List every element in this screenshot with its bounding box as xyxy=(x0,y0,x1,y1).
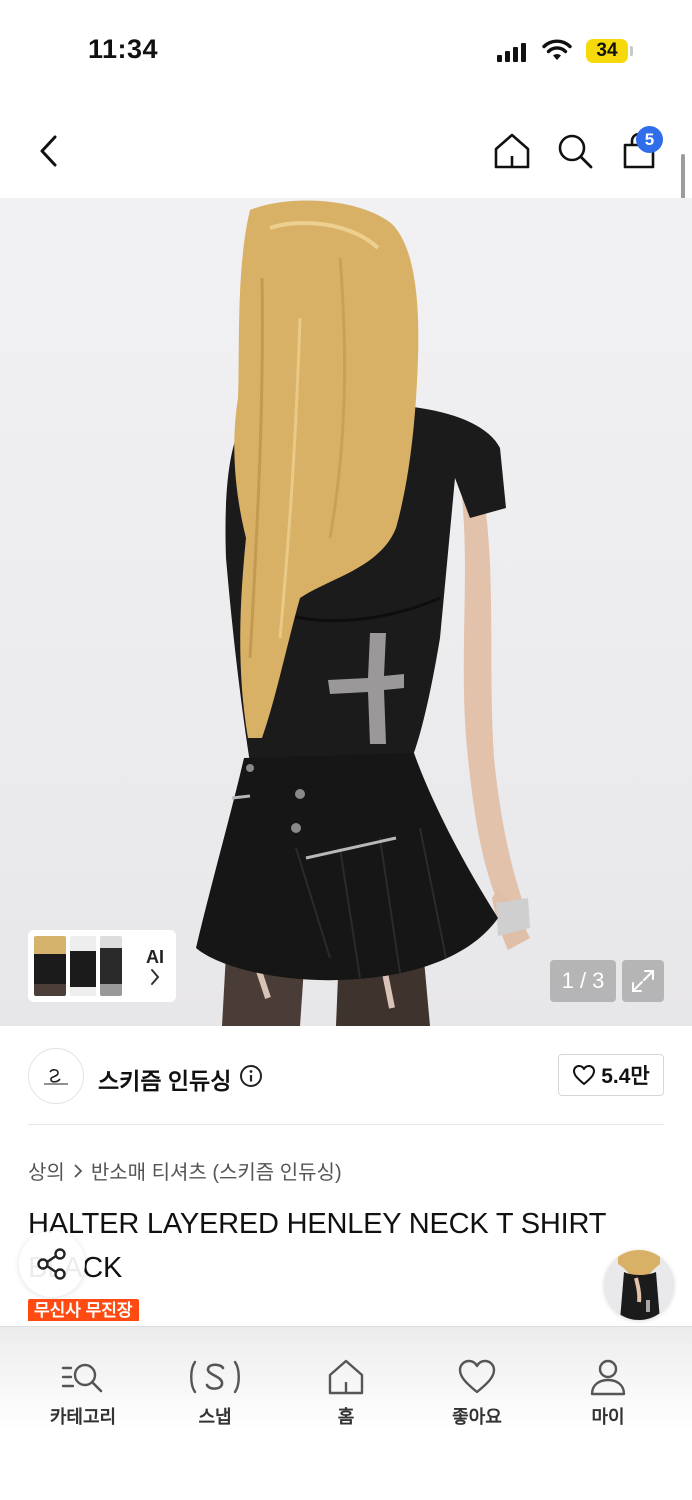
product-image[interactable] xyxy=(0,198,692,1026)
thumbnail-3 xyxy=(100,936,122,996)
chevron-right-icon xyxy=(74,1163,83,1178)
share-icon xyxy=(37,1248,66,1280)
brand-logo[interactable] xyxy=(28,1048,84,1104)
battery-icon: 34 xyxy=(586,39,628,63)
category-search-icon xyxy=(59,1355,107,1399)
person-icon xyxy=(588,1355,628,1399)
product-thumbnail-illustration xyxy=(618,1250,660,1320)
search-icon xyxy=(558,134,593,169)
status-time: 11:34 xyxy=(88,34,159,64)
cellular-signal-icon xyxy=(497,42,526,62)
ai-similar-items-card[interactable]: AI xyxy=(28,930,176,1002)
tab-my[interactable]: 마이 xyxy=(553,1355,663,1429)
bottom-tab-bar: 카테고리 스냅 홈 좋아요 마이 xyxy=(0,1326,692,1500)
heart-icon xyxy=(456,1355,498,1399)
tab-snap[interactable]: 스냅 xyxy=(160,1355,270,1429)
home-icon xyxy=(326,1355,366,1399)
tab-label: 마이 xyxy=(591,1407,625,1427)
chevron-left-icon xyxy=(40,135,57,167)
brand-name[interactable]: 스키즘 인듀싱 xyxy=(98,1062,231,1096)
brand-like-count: 5.4만 xyxy=(601,1065,650,1088)
ai-label-box: AI xyxy=(146,947,164,986)
cart-count-badge: 5 xyxy=(636,126,663,153)
info-icon[interactable] xyxy=(239,1064,263,1088)
breadcrumb: 상의 반소매 티셔츠 (스키즘 인듀싱) xyxy=(28,1156,342,1185)
expand-icon xyxy=(632,970,654,992)
product-photo-illustration xyxy=(196,200,530,1026)
tab-label: 좋아요 xyxy=(452,1407,502,1427)
product-title: HALTER LAYERED HENLEY NECK T SHIRT BLACK xyxy=(28,1208,606,1284)
expand-image-button[interactable] xyxy=(622,960,664,1002)
search-button[interactable] xyxy=(552,128,598,174)
home-button[interactable] xyxy=(489,128,535,174)
share-button[interactable] xyxy=(19,1231,85,1297)
wifi-icon xyxy=(542,39,572,60)
divider xyxy=(28,1124,664,1125)
tab-category[interactable]: 카테고리 xyxy=(28,1355,138,1429)
tab-home[interactable]: 홈 xyxy=(291,1355,401,1429)
tab-label: 홈 xyxy=(337,1407,355,1427)
back-button[interactable] xyxy=(26,128,72,174)
brand-logo-mark xyxy=(44,1069,68,1085)
thumbnail-1 xyxy=(34,936,66,996)
thumbnail-2 xyxy=(70,936,96,996)
promo-badge: 무신사 무진장 xyxy=(28,1299,139,1321)
top-nav xyxy=(0,110,692,190)
breadcrumb-category[interactable]: 상의 xyxy=(28,1156,65,1185)
status-bar: 11:34 34 xyxy=(0,0,692,100)
tab-label: 카테고리 xyxy=(49,1407,117,1427)
battery-cap xyxy=(630,46,633,56)
brand-row: 스키즘 인듀싱 5.4만 xyxy=(28,1046,664,1106)
snap-icon xyxy=(187,1355,243,1399)
floating-product-thumbnail[interactable] xyxy=(604,1250,674,1320)
tab-likes[interactable]: 좋아요 xyxy=(422,1355,532,1429)
chevron-right-icon xyxy=(151,968,160,985)
image-page-counter: 1 / 3 xyxy=(550,960,616,1002)
ai-label: AI xyxy=(146,946,164,967)
breadcrumb-subcategory[interactable]: 반소매 티셔츠 (스키즘 인듀싱) xyxy=(91,1156,342,1185)
home-icon xyxy=(494,133,530,169)
heart-icon xyxy=(573,1065,596,1085)
tab-label: 스냅 xyxy=(198,1407,232,1427)
brand-like-button[interactable]: 5.4만 xyxy=(558,1054,664,1096)
